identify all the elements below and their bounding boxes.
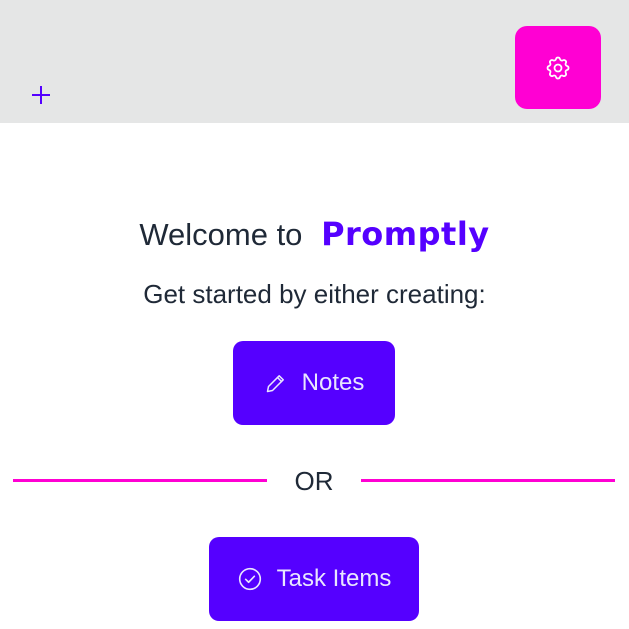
add-button[interactable]: [26, 80, 56, 110]
task-items-button[interactable]: Task Items: [209, 537, 419, 621]
or-separator: OR: [294, 466, 334, 496]
gear-icon: [546, 56, 570, 79]
divider-left: [13, 479, 267, 482]
pencil-icon: [264, 371, 288, 395]
notes-button[interactable]: Notes: [233, 341, 395, 425]
divider-right: [361, 479, 615, 482]
welcome-heading: Welcome to Promptly: [0, 208, 629, 261]
top-bar: [0, 0, 629, 123]
check-circle-icon: [237, 566, 263, 592]
notes-button-label: Notes: [301, 369, 365, 396]
plus-icon: [32, 86, 50, 104]
settings-button[interactable]: [515, 26, 601, 109]
brand-name: Promptly: [321, 215, 490, 253]
task-items-button-label: Task Items: [276, 565, 392, 592]
welcome-subtitle: Get started by either creating:: [143, 279, 486, 309]
welcome-prefix: Welcome to: [139, 217, 303, 252]
